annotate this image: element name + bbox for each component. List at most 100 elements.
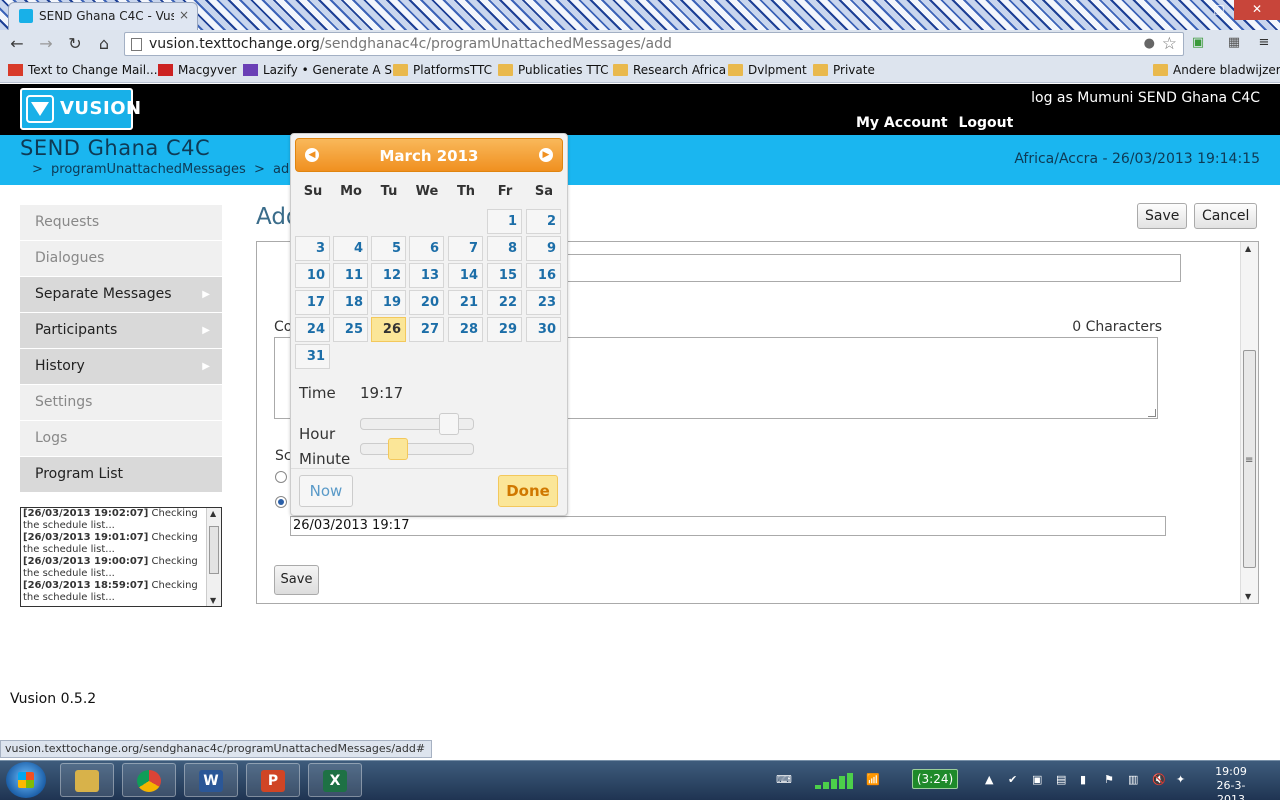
volume-icon[interactable]: 🔇 bbox=[1152, 770, 1166, 790]
form-scrollbar[interactable]: ▲ ≡ ▼ bbox=[1240, 242, 1258, 603]
taskbar-explorer[interactable] bbox=[60, 763, 114, 797]
forward-icon[interactable]: → bbox=[35, 34, 57, 54]
home-icon[interactable]: ⌂ bbox=[93, 34, 115, 54]
bookmark-folder[interactable]: Publicaties TTC bbox=[498, 62, 608, 79]
calendar-day[interactable]: 29 bbox=[487, 317, 522, 342]
app-tray-icon[interactable]: ▣ bbox=[1032, 770, 1042, 790]
menu-item-requests[interactable]: Requests bbox=[20, 205, 222, 240]
tab-close-icon[interactable]: × bbox=[179, 8, 189, 22]
done-button[interactable]: Done bbox=[498, 475, 558, 507]
bookmark-folder[interactable]: Dvlpment bbox=[728, 62, 807, 79]
calendar-day[interactable]: 2 bbox=[526, 209, 561, 234]
security-icon[interactable]: ✔ bbox=[1008, 770, 1017, 790]
keyboard-icon[interactable]: ⌨ bbox=[776, 770, 792, 790]
next-month-icon[interactable]: ▶ bbox=[539, 148, 553, 162]
bookmark-star-icon[interactable]: ☆ bbox=[1162, 34, 1177, 54]
bookmark-lazify[interactable]: Lazify • Generate A S... bbox=[243, 62, 403, 79]
calendar-day[interactable]: 18 bbox=[333, 290, 368, 315]
calendar-day[interactable]: 9 bbox=[526, 236, 561, 261]
calendar-day[interactable]: 7 bbox=[448, 236, 483, 261]
minute-slider-handle[interactable] bbox=[388, 438, 408, 460]
browser-tab[interactable]: SEND Ghana C4C - Vusion × bbox=[8, 2, 198, 30]
calendar-day[interactable]: 25 bbox=[333, 317, 368, 342]
reload-icon[interactable]: ↻ bbox=[64, 34, 86, 54]
calendar-day[interactable]: 23 bbox=[526, 290, 561, 315]
back-icon[interactable]: ← bbox=[6, 34, 28, 54]
calendar-day[interactable]: 28 bbox=[448, 317, 483, 342]
taskbar-excel[interactable]: X bbox=[308, 763, 362, 797]
scroll-thumb[interactable] bbox=[209, 526, 219, 574]
text-input[interactable] bbox=[553, 254, 1181, 282]
schedule-radio-fixed-time[interactable] bbox=[275, 496, 287, 508]
calendar-day[interactable]: 30 bbox=[526, 317, 561, 342]
extension-icon[interactable]: ▦ bbox=[1226, 35, 1242, 51]
menu-icon[interactable]: ≡ bbox=[1256, 35, 1272, 51]
bookmark-folder[interactable]: Private bbox=[813, 62, 875, 79]
now-button[interactable]: Now bbox=[299, 475, 353, 507]
calendar-day[interactable]: 13 bbox=[409, 263, 444, 288]
power-icon[interactable]: ▮ bbox=[1080, 770, 1086, 790]
calendar-day[interactable]: 15 bbox=[487, 263, 522, 288]
resize-handle-icon[interactable] bbox=[1148, 409, 1156, 417]
calendar-day[interactable]: 21 bbox=[448, 290, 483, 315]
calendar-day[interactable]: 6 bbox=[409, 236, 444, 261]
calendar-day[interactable]: 19 bbox=[371, 290, 406, 315]
vusion-logo[interactable]: VUSION bbox=[20, 88, 141, 130]
schedule-datetime-field[interactable]: 26/03/2013 19:17 bbox=[290, 516, 1166, 536]
menu-item-logs[interactable]: Logs bbox=[20, 421, 222, 456]
calendar-day[interactable]: 1 bbox=[487, 209, 522, 234]
taskbar-word[interactable]: W bbox=[184, 763, 238, 797]
bookmark-macgyver[interactable]: Macgyver bbox=[158, 62, 236, 79]
calendar-day[interactable]: 12 bbox=[371, 263, 406, 288]
show-hidden-icons-icon[interactable]: ▲ bbox=[985, 770, 993, 790]
log-panel[interactable]: [26/03/2013 19:02:07] Checking the sched… bbox=[20, 507, 222, 607]
menu-item-settings[interactable]: Settings bbox=[20, 385, 222, 420]
battery-indicator[interactable]: (3:24) bbox=[912, 769, 958, 789]
calendar-day[interactable]: 24 bbox=[295, 317, 330, 342]
calendar-day[interactable]: 20 bbox=[409, 290, 444, 315]
calendar-day[interactable]: 31 bbox=[295, 344, 330, 369]
start-button[interactable] bbox=[6, 762, 46, 798]
antenna-icon[interactable]: 📶 bbox=[866, 770, 880, 790]
menu-item-program-list[interactable]: Program List bbox=[20, 457, 222, 492]
hour-slider-handle[interactable] bbox=[439, 413, 459, 435]
minimize-button[interactable]: – bbox=[1180, 0, 1206, 20]
scroll-down-icon[interactable]: ▼ bbox=[210, 596, 216, 605]
system-clock[interactable]: 19:09 26-3-2013 bbox=[1205, 765, 1257, 800]
calendar-day[interactable]: 3 bbox=[295, 236, 330, 261]
bookmark-gmail[interactable]: Text to Change Mail... bbox=[8, 62, 158, 79]
scroll-up-icon[interactable]: ▲ bbox=[1245, 244, 1251, 253]
menu-item-separate-messages[interactable]: Separate Messages ▶ bbox=[20, 277, 222, 312]
menu-item-history[interactable]: History ▶ bbox=[20, 349, 222, 384]
breadcrumb-link[interactable]: programUnattachedMessages bbox=[51, 162, 246, 177]
taskbar-chrome[interactable] bbox=[122, 763, 176, 797]
lightbulb-icon[interactable]: ● bbox=[1144, 36, 1155, 51]
calendar-day[interactable]: 11 bbox=[333, 263, 368, 288]
calendar-day[interactable]: 4 bbox=[333, 236, 368, 261]
close-window-button[interactable]: ✕ bbox=[1234, 0, 1280, 20]
form-save-button[interactable]: Save bbox=[274, 565, 319, 595]
cancel-button[interactable]: Cancel bbox=[1194, 203, 1258, 229]
other-bookmarks[interactable]: Andere bladwijzers bbox=[1153, 62, 1280, 79]
calendar-day[interactable]: 5 bbox=[371, 236, 406, 261]
minute-slider[interactable] bbox=[360, 438, 474, 460]
calendar-day[interactable]: 26 bbox=[371, 317, 406, 342]
calendar-day[interactable]: 10 bbox=[295, 263, 330, 288]
maximize-button[interactable]: □ bbox=[1206, 0, 1232, 20]
flag-icon[interactable]: ⚑ bbox=[1104, 770, 1114, 790]
bookmark-folder[interactable]: PlatformsTTC bbox=[393, 62, 492, 79]
address-bar[interactable]: vusion.texttochange.org/sendghanac4c/pro… bbox=[124, 32, 1184, 56]
menu-item-dialogues[interactable]: Dialogues bbox=[20, 241, 222, 276]
log-scrollbar[interactable]: ▲ ▼ bbox=[206, 508, 221, 606]
calendar-day[interactable]: 8 bbox=[487, 236, 522, 261]
scroll-down-icon[interactable]: ▼ bbox=[1245, 592, 1251, 601]
hour-slider[interactable] bbox=[360, 413, 474, 435]
app-tray-icon[interactable]: ▤ bbox=[1056, 770, 1066, 790]
calendar-day[interactable]: 17 bbox=[295, 290, 330, 315]
calendar-day[interactable]: 22 bbox=[487, 290, 522, 315]
my-account-link[interactable]: My Account bbox=[856, 115, 948, 131]
scroll-up-icon[interactable]: ▲ bbox=[210, 509, 216, 518]
schedule-radio-immediately[interactable] bbox=[275, 471, 287, 483]
calendar-day[interactable]: 16 bbox=[526, 263, 561, 288]
dropbox-icon[interactable]: ✦ bbox=[1176, 770, 1185, 790]
